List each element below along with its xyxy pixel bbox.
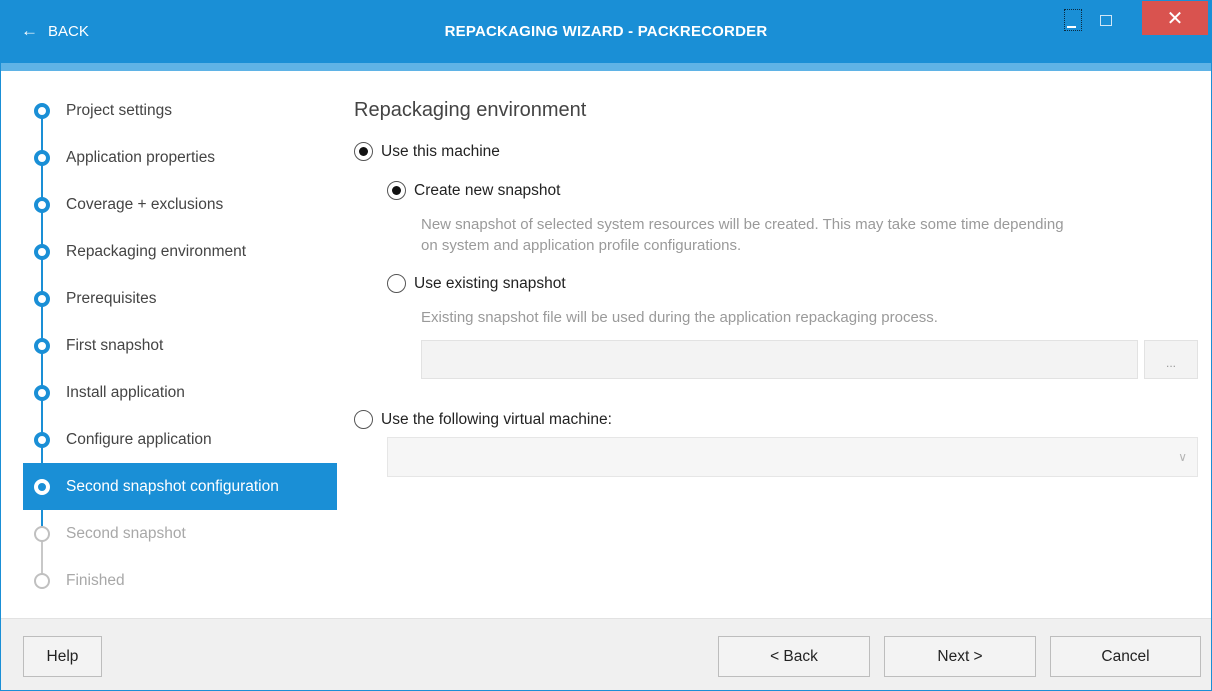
maximize-icon	[1100, 14, 1112, 26]
step-done-icon	[34, 432, 50, 448]
step-label: Second snapshot configuration	[66, 477, 279, 495]
next-button[interactable]: Next >	[884, 636, 1036, 677]
close-button[interactable]: ✕	[1142, 1, 1208, 35]
use-virtual-machine-label: Use the following virtual machine:	[381, 410, 612, 428]
step-install-application[interactable]: Install application	[23, 369, 337, 416]
title-bar-strip	[1, 63, 1211, 71]
use-virtual-machine-radio[interactable]: Use the following virtual machine:	[354, 410, 612, 429]
back-button[interactable]: < Back	[718, 636, 870, 677]
step-repackaging-environment[interactable]: Repackaging environment	[23, 228, 337, 275]
wizard-window: ← BACK REPACKAGING WIZARD - PACKRECORDER…	[0, 0, 1212, 691]
step-label: Coverage + exclusions	[66, 195, 224, 213]
chevron-down-icon: ∨	[1178, 450, 1187, 464]
step-label: Install application	[66, 383, 185, 401]
step-configure-application[interactable]: Configure application	[23, 416, 337, 463]
title-bar: ← BACK REPACKAGING WIZARD - PACKRECORDER…	[1, 1, 1211, 63]
step-label: Configure application	[66, 430, 212, 448]
step-coverage-exclusions[interactable]: Coverage + exclusions	[23, 181, 337, 228]
cancel-button[interactable]: Cancel	[1050, 636, 1201, 677]
use-existing-snapshot-description: Existing snapshot file will be used duri…	[421, 309, 938, 326]
page-title: Repackaging environment	[354, 99, 587, 121]
use-existing-snapshot-label: Use existing snapshot	[414, 274, 566, 292]
step-project-settings[interactable]: Project settings	[23, 87, 337, 134]
description-line: on system and application profile config…	[421, 237, 742, 254]
radio-unchecked-icon	[387, 274, 406, 293]
step-pending-icon	[34, 526, 50, 542]
step-finished: Finished	[23, 557, 337, 604]
step-current-icon	[34, 479, 50, 495]
create-new-snapshot-radio[interactable]: Create new snapshot	[387, 181, 560, 200]
step-pending-icon	[34, 573, 50, 589]
radio-unchecked-icon	[354, 410, 373, 429]
use-this-machine-label: Use this machine	[381, 142, 500, 160]
create-new-snapshot-description: New snapshot of selected system resource…	[421, 214, 1064, 256]
snapshot-path-input[interactable]	[421, 340, 1138, 379]
description-line: New snapshot of selected system resource…	[421, 216, 1064, 233]
step-label: First snapshot	[66, 336, 164, 354]
minimize-button[interactable]	[1061, 5, 1085, 35]
step-label: Application properties	[66, 148, 216, 166]
use-existing-snapshot-radio[interactable]: Use existing snapshot	[387, 274, 566, 293]
step-done-icon	[34, 338, 50, 354]
step-done-icon	[34, 103, 50, 119]
minimize-icon	[1064, 9, 1082, 31]
use-this-machine-radio[interactable]: Use this machine	[354, 142, 500, 161]
step-done-icon	[34, 385, 50, 401]
step-label: Second snapshot	[66, 524, 186, 542]
step-label: Repackaging environment	[66, 242, 247, 260]
step-second-snapshot: Second snapshot	[23, 510, 337, 557]
maximize-button[interactable]	[1095, 5, 1117, 35]
radio-checked-icon	[387, 181, 406, 200]
step-done-icon	[34, 197, 50, 213]
radio-checked-icon	[354, 142, 373, 161]
step-first-snapshot[interactable]: First snapshot	[23, 322, 337, 369]
step-application-properties[interactable]: Application properties	[23, 134, 337, 181]
step-prerequisites[interactable]: Prerequisites	[23, 275, 337, 322]
window-title: REPACKAGING WIZARD - PACKRECORDER	[444, 23, 768, 40]
step-second-snapshot-configuration[interactable]: Second snapshot configuration	[23, 463, 337, 510]
browse-button[interactable]: ...	[1144, 340, 1198, 379]
help-button[interactable]: Help	[23, 636, 102, 677]
create-new-snapshot-label: Create new snapshot	[414, 181, 561, 199]
step-done-icon	[34, 291, 50, 307]
step-done-icon	[34, 244, 50, 260]
step-label: Prerequisites	[66, 289, 157, 307]
step-label: Project settings	[66, 101, 172, 119]
step-done-icon	[34, 150, 50, 166]
close-icon: ✕	[1166, 7, 1184, 30]
virtual-machine-select[interactable]: ∨	[387, 437, 1198, 477]
step-label: Finished	[66, 571, 125, 589]
wizard-steps: Project settings Application properties …	[23, 87, 337, 604]
